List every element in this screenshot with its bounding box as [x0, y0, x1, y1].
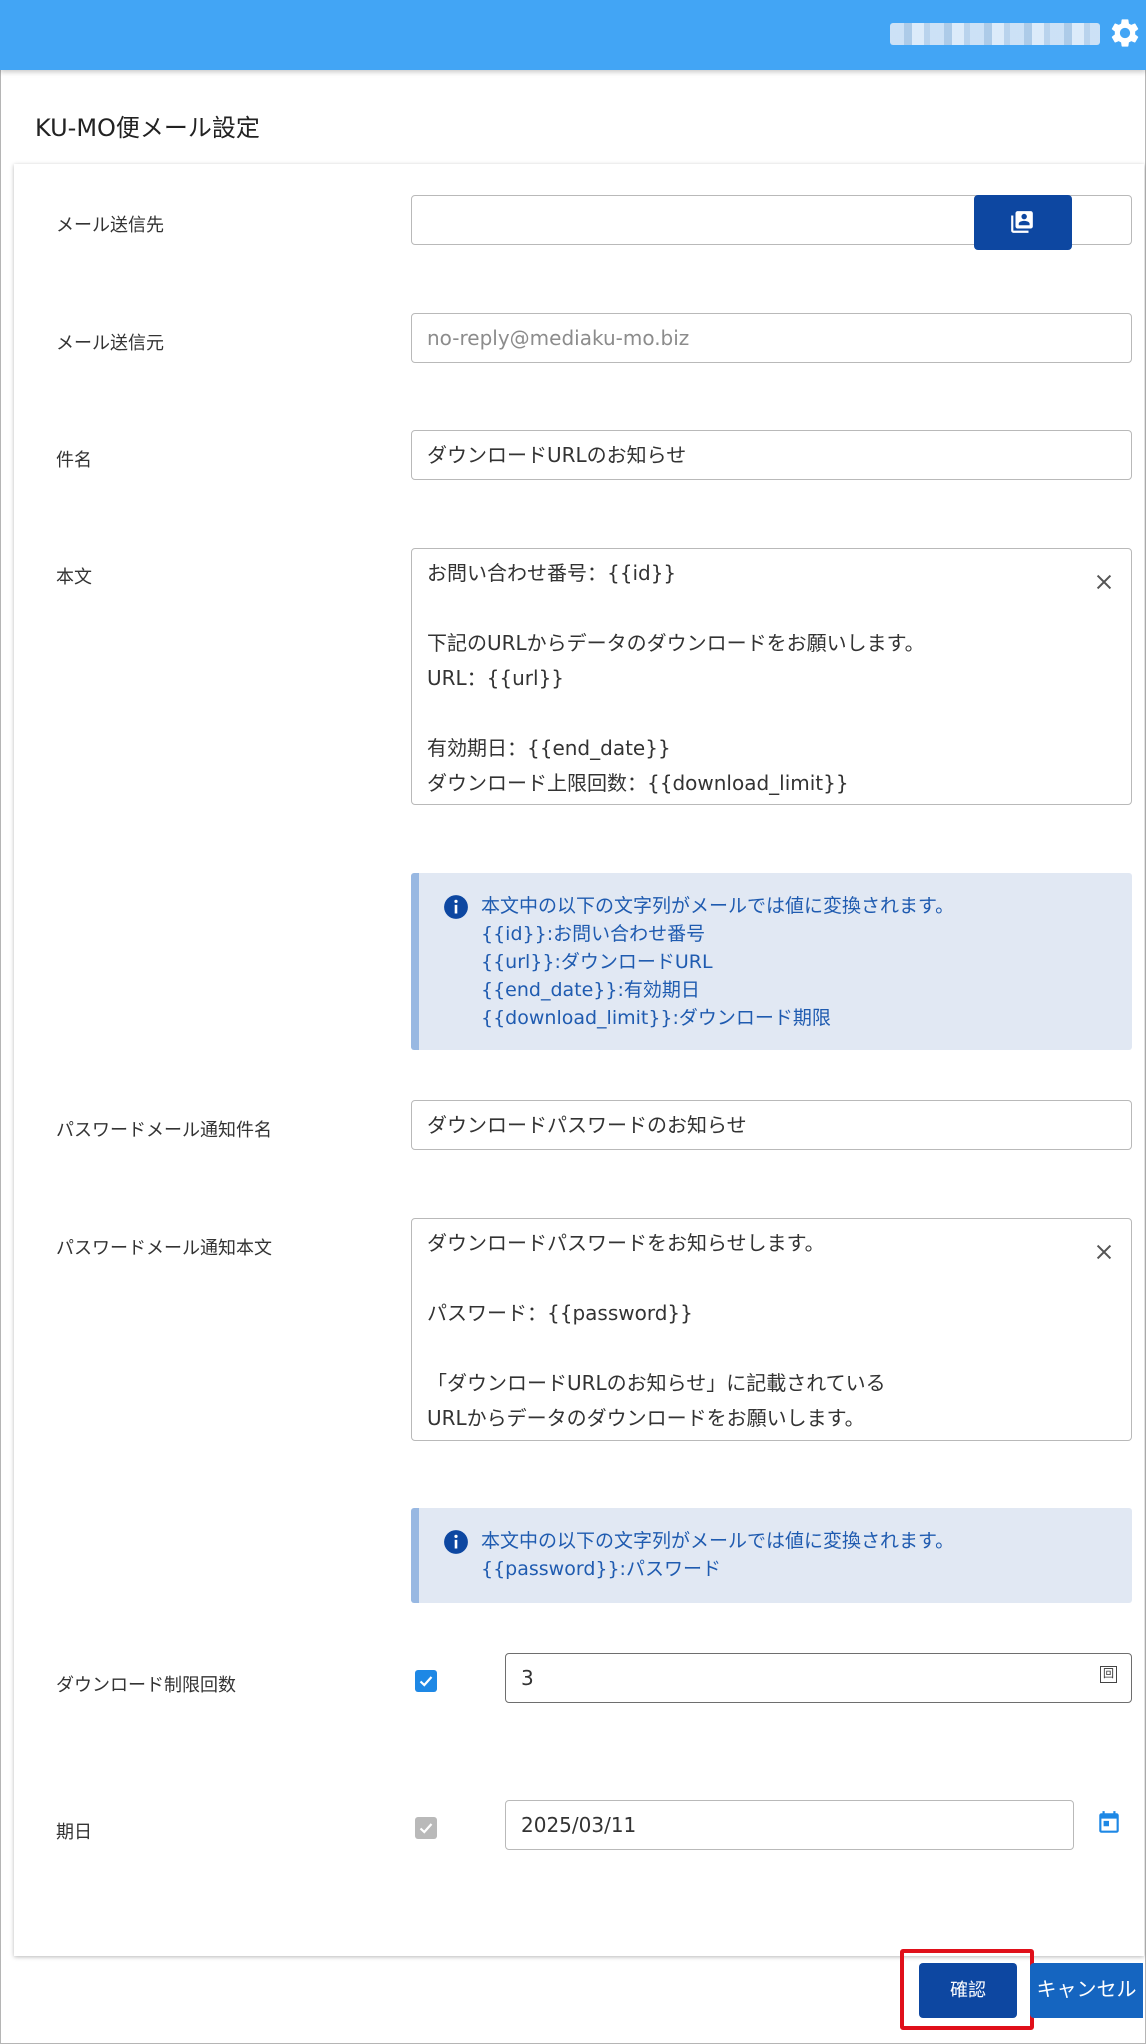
body-line: お問い合わせ番号：{{id}} — [427, 561, 677, 585]
check-icon — [419, 1823, 433, 1834]
unit-label: 回 — [1100, 1666, 1117, 1683]
gear-icon[interactable] — [1108, 16, 1142, 50]
pw-body-textarea[interactable]: ダウンロードパスワードをお知らせします。 パスワード：{{password}} … — [411, 1218, 1132, 1441]
info-line: {{password}}:パスワード — [481, 1558, 721, 1580]
pw-body-line: URLからデータのダウンロードをお願いします。 — [427, 1406, 865, 1430]
page-title: KU-MO便メール設定 — [35, 114, 260, 142]
close-icon[interactable] — [1093, 1241, 1115, 1263]
subject-label: 件名 — [56, 450, 92, 471]
body-info-box: 本文中の以下の文字列がメールでは値に変換されます。 {{id}}:お問い合わせ番… — [411, 873, 1132, 1050]
download-limit-value: 3 — [521, 1666, 534, 1690]
info-line: 本文中の以下の文字列がメールでは値に変換されます。 — [481, 895, 955, 917]
top-app-bar — [0, 0, 1146, 70]
download-limit-label: ダウンロード制限回数 — [56, 1675, 236, 1696]
from-input[interactable]: no-reply@mediaku-mo.biz — [411, 313, 1132, 363]
pw-body-line: パスワード：{{password}} — [427, 1301, 693, 1325]
to-label: メール送信先 — [56, 215, 164, 236]
body-line: 有効期日：{{end_date}} — [427, 736, 671, 760]
pw-body-line: ダウンロードパスワードをお知らせします。 — [427, 1231, 825, 1255]
info-icon — [444, 895, 468, 919]
body-label: 本文 — [56, 567, 92, 588]
user-name-blurred[interactable] — [890, 23, 1100, 45]
info-line: {{download_limit}}:ダウンロード期限 — [481, 1007, 831, 1029]
pw-info-box: 本文中の以下の文字列がメールでは値に変換されます。 {{password}}:パ… — [411, 1508, 1132, 1603]
contacts-icon — [1011, 211, 1033, 233]
body-textarea[interactable]: お問い合わせ番号：{{id}} 下記のURLからデータのダウンロードをお願いしま… — [411, 548, 1132, 805]
pw-subject-input[interactable]: ダウンロードパスワードのお知らせ — [411, 1100, 1132, 1150]
info-icon — [444, 1530, 468, 1554]
due-date-label: 期日 — [56, 1822, 92, 1843]
pw-body-line — [412, 1331, 1131, 1366]
info-line: 本文中の以下の文字列がメールでは値に変換されます。 — [481, 1530, 955, 1552]
pw-body-line: 「ダウンロードURLのお知らせ」に記載されている — [427, 1371, 886, 1395]
close-icon[interactable] — [1093, 571, 1115, 593]
body-line: URL：{{url}} — [427, 666, 565, 690]
body-line: 下記のURLからデータのダウンロードをお願いします。 — [427, 631, 925, 655]
address-book-button[interactable] — [974, 195, 1072, 250]
body-line — [412, 591, 1131, 626]
info-line: {{end_date}}:有効期日 — [481, 979, 700, 1001]
due-date-checkbox[interactable] — [415, 1817, 437, 1839]
check-icon — [419, 1676, 433, 1687]
calendar-icon[interactable] — [1096, 1810, 1122, 1836]
pw-subject-label: パスワードメール通知件名 — [56, 1120, 272, 1141]
body-line — [412, 696, 1131, 731]
download-limit-checkbox[interactable] — [415, 1670, 437, 1692]
download-limit-input[interactable]: 3 回 — [505, 1653, 1132, 1703]
cancel-button[interactable]: キャンセル — [1030, 1963, 1143, 2018]
body-line: ダウンロード上限回数：{{download_limit}} — [427, 771, 849, 795]
info-line: {{url}}:ダウンロードURL — [481, 951, 713, 973]
pw-body-label: パスワードメール通知本文 — [56, 1238, 272, 1259]
info-line: {{id}}:お問い合わせ番号 — [481, 923, 706, 945]
pw-body-line — [412, 1261, 1131, 1296]
from-label: メール送信元 — [56, 333, 164, 354]
due-date-input[interactable]: 2025/03/11 — [505, 1800, 1074, 1850]
highlight-box — [900, 1949, 1034, 2030]
subject-input[interactable]: ダウンロードURLのお知らせ — [411, 430, 1132, 480]
